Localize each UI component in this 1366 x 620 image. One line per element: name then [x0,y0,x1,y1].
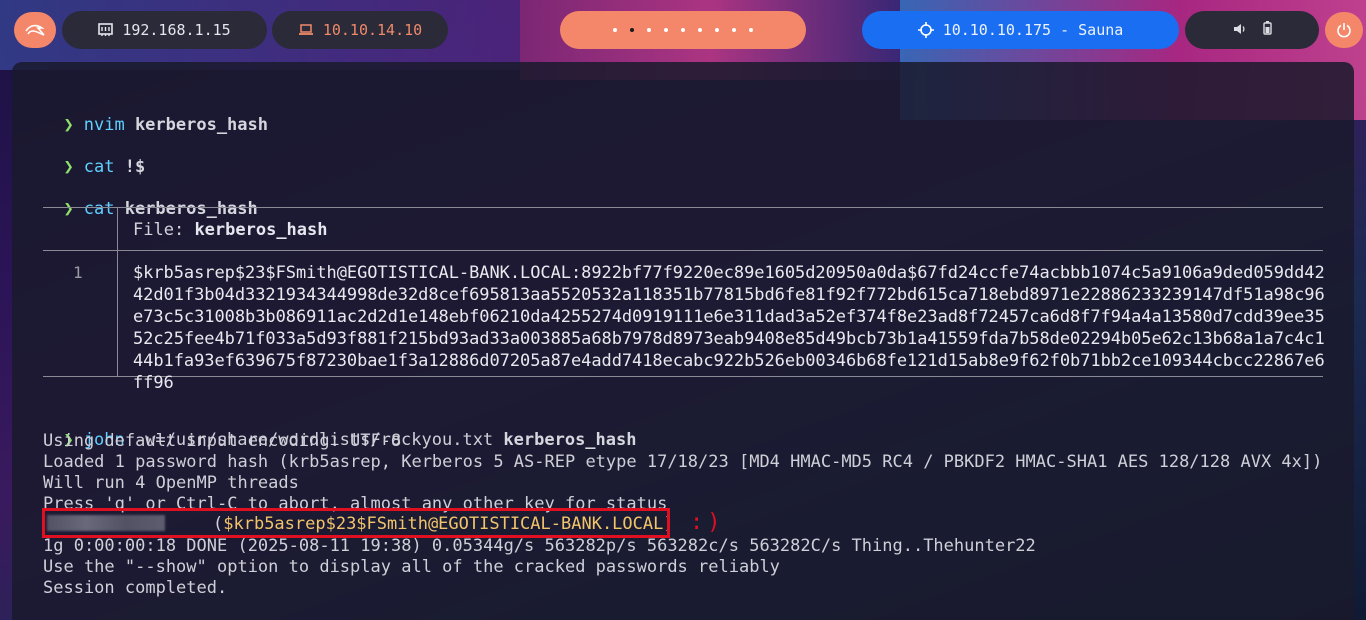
volume-icon[interactable] [1233,21,1247,39]
workspace-switcher[interactable] [560,11,806,49]
app-menu-button[interactable] [14,12,56,48]
command-arg: kerberos_hash [124,199,258,219]
command-arg: kerberos_hash [503,430,637,450]
prompt-symbol: ❯ [63,157,74,177]
command-name: cat [83,199,115,219]
command-name: nvim [83,115,125,135]
vpn-ip-indicator[interactable]: 10.10.14.10 [272,11,448,49]
host-ip-text: 192.168.1.15 [122,21,231,39]
bat-file-header: File: kerberos_hash [133,220,328,240]
john-output-line: 1g 0:00:00:18 DONE (2025-08-11 19:38) 0.… [43,536,1036,556]
workspace-5[interactable] [681,28,685,32]
workspace-6[interactable] [698,28,702,32]
command-arg: kerberos_hash [134,115,268,135]
network-card-icon [98,23,114,37]
john-output-line: Use the "--show" option to display all o… [43,557,780,577]
workspace-4[interactable] [664,28,668,32]
command-name: cat [83,157,115,177]
prompt-symbol: ❯ [63,115,74,135]
bat-file-label: File: [133,220,185,240]
command-line-1: ❯ nvim kerberos_hash [43,95,268,135]
john-output-line: Session completed. [43,578,228,598]
workspace-8[interactable] [732,28,736,32]
kali-dragon-icon [25,24,45,36]
command-line-3: ❯ cat kerberos_hash [43,179,258,219]
crosshair-icon [917,22,934,38]
workspace-1[interactable] [613,28,617,32]
smiley-annotation: :) [690,510,725,535]
command-arg: !$ [124,157,146,177]
workspace-9[interactable] [749,28,753,32]
target-text: 10.10.10.175 - Sauna [942,21,1124,39]
workspace-2[interactable] [630,28,634,32]
prompt-symbol: ❯ [63,199,74,219]
john-output-line: Using default input encoding: UTF-8 [43,431,402,451]
john-output-line: Loaded 1 password hash (krb5asrep, Kerbe… [43,452,1323,472]
workspace-3[interactable] [647,28,651,32]
john-output-line: Will run 4 OpenMP threads [43,473,299,493]
vpn-ip-text: 10.10.14.10 [322,21,423,39]
laptop-icon [298,24,314,36]
workspace-7[interactable] [715,28,719,32]
power-icon [1337,23,1351,38]
battery-icon[interactable] [1262,21,1272,39]
host-ip-indicator[interactable]: 192.168.1.15 [62,11,267,49]
power-button[interactable] [1325,12,1363,48]
bat-line-number: 1 [73,263,83,282]
highlight-box [42,508,670,538]
bat-divider-mid [43,250,1323,251]
kerberos-hash-content: $krb5asrep$23$FSmith@EGOTISTICAL-BANK.LO… [133,263,1325,393]
system-tray [1185,11,1319,49]
bat-divider-top [43,207,1323,208]
top-bar: 192.168.1.15 10.10.14.10 10.10.10.175 - … [0,0,1366,60]
command-line-2: ❯ cat !$ [43,137,145,177]
bat-file-name: kerberos_hash [194,220,328,240]
bat-gutter-divider [117,207,118,376]
target-indicator[interactable]: 10.10.10.175 - Sauna [862,11,1179,49]
